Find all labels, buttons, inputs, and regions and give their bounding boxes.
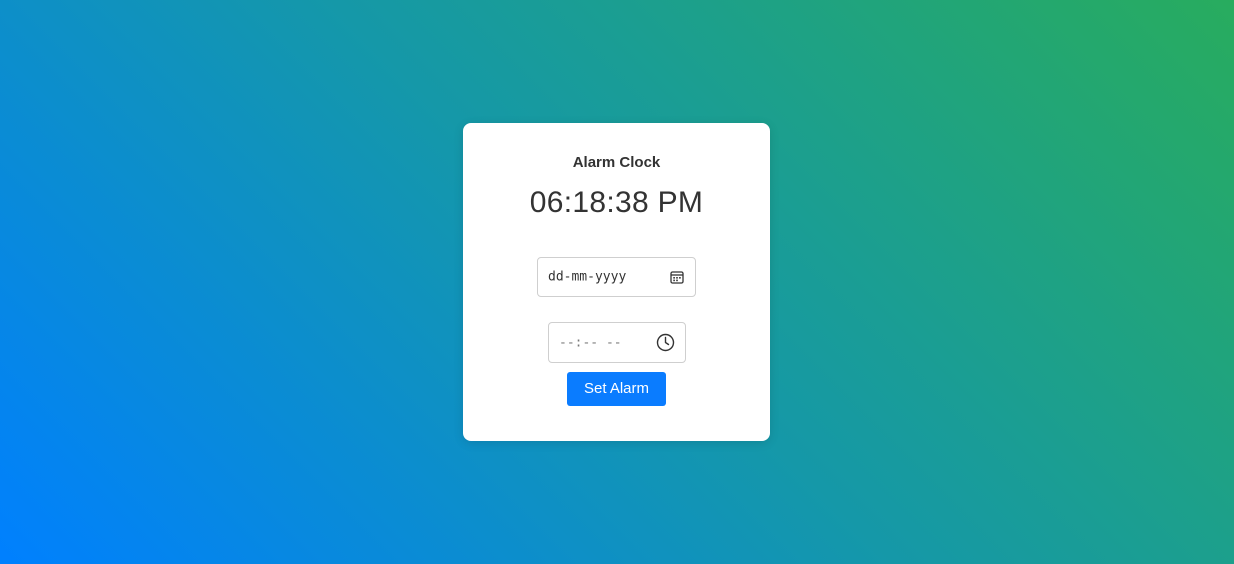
current-time-display: 06:18:38 PM	[529, 186, 704, 219]
clock-icon[interactable]	[655, 333, 675, 353]
time-input[interactable]: --:-- --	[548, 322, 686, 363]
date-input-placeholder: dd-mm-yyyy	[548, 269, 627, 285]
date-input[interactable]: dd-mm-yyyy	[537, 257, 696, 297]
card-title: Alarm Clock	[572, 154, 661, 171]
alarm-card: Alarm Clock 06:18:38 PM dd-mm-yyyy --:--…	[463, 123, 770, 441]
calendar-icon[interactable]	[669, 269, 685, 285]
set-alarm-button[interactable]: Set Alarm	[567, 372, 666, 406]
time-input-placeholder: --:-- --	[559, 335, 622, 350]
